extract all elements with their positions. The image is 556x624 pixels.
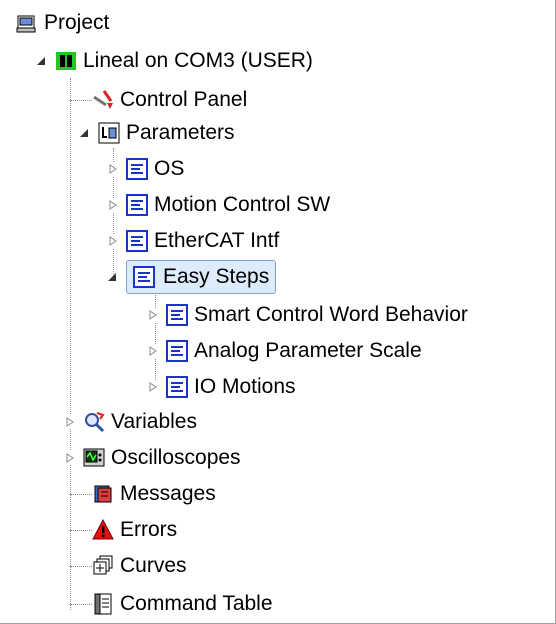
tree-node-variables[interactable]: Variables (63, 405, 197, 439)
selection-highlight: Easy Steps (126, 260, 277, 294)
tree-node-label: Project (44, 11, 110, 34)
tree-node-label: Curves (120, 554, 187, 577)
parameter-group-icon (126, 230, 148, 252)
warning-icon (92, 518, 114, 541)
parameter-group-icon (126, 158, 148, 180)
tree-node-label: Control Panel (120, 88, 248, 111)
tree-node-label: Motion Control SW (154, 193, 331, 216)
tree-node-label: Oscilloscopes (111, 446, 241, 469)
collapse-arrow-icon[interactable] (35, 54, 49, 68)
tree-node-label: Errors (120, 518, 178, 541)
parameter-group-icon (166, 376, 188, 398)
tree-node-label: Analog Parameter Scale (194, 339, 422, 362)
parameter-group-icon (126, 194, 148, 216)
tree-line (70, 100, 92, 101)
tree-line (70, 530, 92, 531)
tree-node-parameters[interactable]: Parameters (78, 116, 235, 150)
curves-icon (92, 555, 114, 577)
tree-node-messages[interactable]: Messages (92, 477, 216, 511)
messages-icon (92, 483, 114, 505)
project-tree: Project Lineal on COM3 (USER) Control Pa… (0, 0, 556, 624)
tree-node-label: Easy Steps (163, 265, 270, 288)
collapse-arrow-icon[interactable] (106, 270, 120, 284)
tree-node-label: Command Table (120, 592, 273, 615)
tree-line (70, 604, 92, 605)
expand-arrow-icon[interactable] (146, 344, 160, 358)
variables-icon (83, 411, 105, 433)
tree-node-label: Lineal on COM3 (USER) (83, 49, 313, 72)
tree-node-project[interactable]: Project (16, 6, 109, 40)
expand-arrow-icon[interactable] (146, 308, 160, 322)
command-table-icon (92, 593, 114, 615)
tree-node-easy-steps[interactable]: Easy Steps (106, 260, 277, 294)
expand-arrow-icon[interactable] (106, 198, 120, 212)
collapse-arrow-icon[interactable] (78, 126, 92, 140)
tree-node-oscilloscopes[interactable]: Oscilloscopes (63, 441, 241, 475)
tree-node-analog-parameter-scale[interactable]: Analog Parameter Scale (146, 334, 422, 368)
tree-node-errors[interactable]: Errors (92, 513, 177, 547)
expand-arrow-icon[interactable] (63, 451, 77, 465)
expand-arrow-icon[interactable] (63, 415, 77, 429)
expand-arrow-icon[interactable] (146, 380, 160, 394)
project-icon (16, 12, 38, 34)
tree-node-label: Variables (111, 410, 197, 433)
tree-node-motion-control-sw[interactable]: Motion Control SW (106, 188, 330, 222)
parameter-group-icon (166, 340, 188, 362)
tree-line (70, 566, 92, 567)
tree-node-label: IO Motions (194, 375, 296, 398)
tree-node-ethercat-intf[interactable]: EtherCAT Intf (106, 224, 279, 258)
tree-node-drive[interactable]: Lineal on COM3 (USER) (35, 44, 313, 78)
tree-node-command-table[interactable]: Command Table (92, 587, 273, 621)
tree-node-io-motions[interactable]: IO Motions (146, 370, 296, 404)
oscilloscope-icon (83, 447, 105, 469)
tree-node-smart-control-word[interactable]: Smart Control Word Behavior (146, 298, 468, 332)
expand-arrow-icon[interactable] (106, 162, 120, 176)
tree-node-label: OS (154, 157, 185, 180)
drive-icon (55, 50, 77, 72)
tree-node-control-panel[interactable]: Control Panel (92, 83, 247, 117)
tree-line (70, 494, 92, 495)
tree-node-label: Parameters (126, 121, 235, 144)
expand-arrow-icon[interactable] (106, 234, 120, 248)
tree-node-label: Messages (120, 482, 216, 505)
parameter-group-icon (166, 304, 188, 326)
tree-node-os[interactable]: OS (106, 152, 184, 186)
control-panel-icon (92, 89, 114, 111)
parameter-group-icon (133, 266, 155, 288)
tree-node-label: EtherCAT Intf (154, 229, 280, 252)
tree-node-curves[interactable]: Curves (92, 549, 187, 583)
tree-node-label: Smart Control Word Behavior (194, 303, 468, 326)
parameters-icon (98, 122, 120, 144)
